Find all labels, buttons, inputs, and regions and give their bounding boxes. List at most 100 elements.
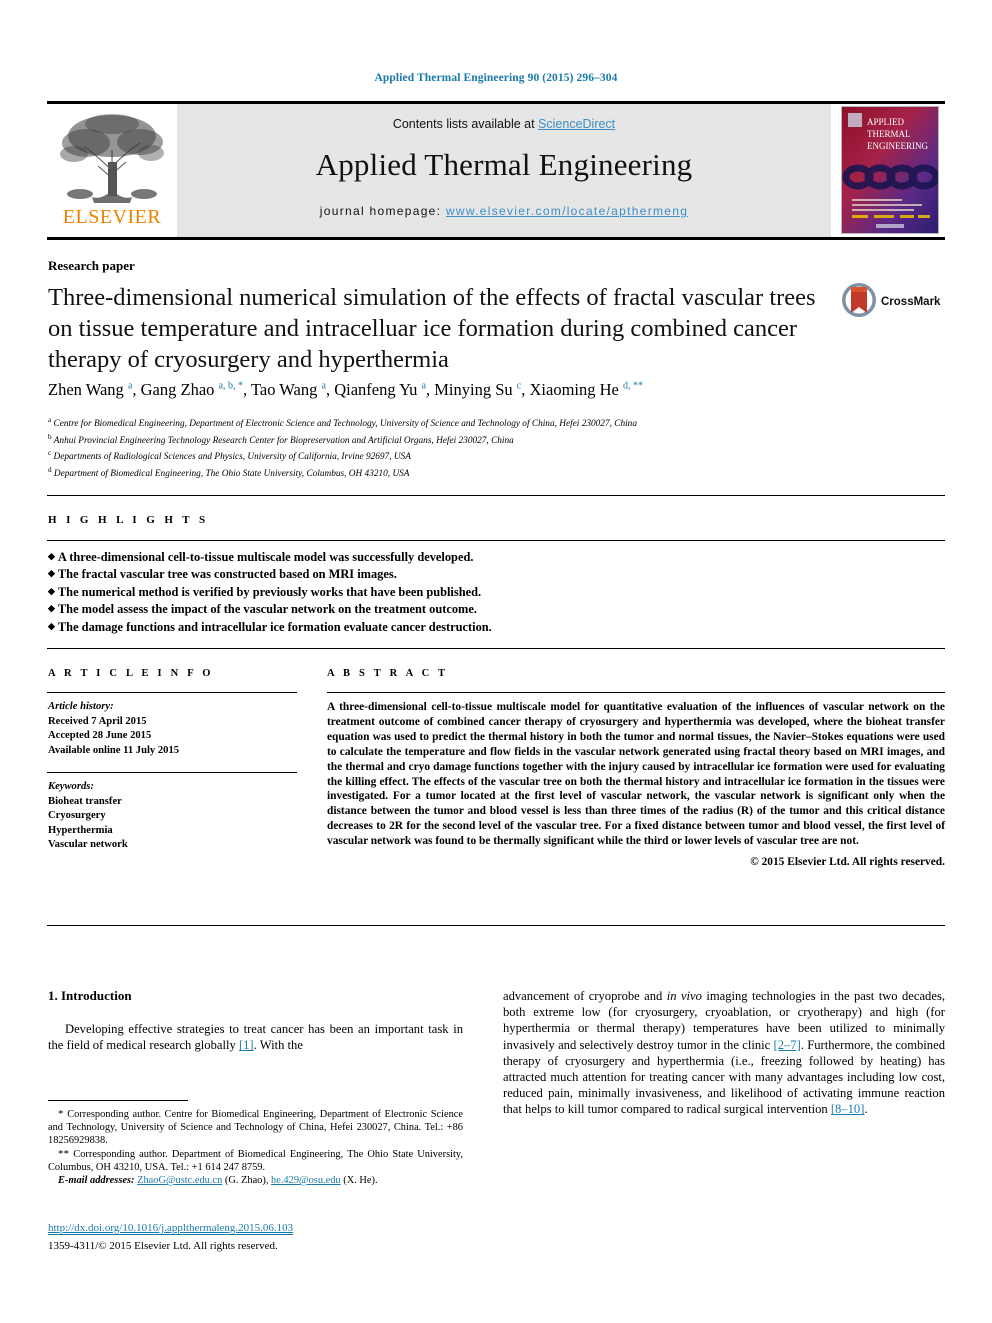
journal-masthead: ELSEVIER Contents lists available at Sci… xyxy=(47,101,945,237)
abstract-rule xyxy=(327,692,945,693)
author-name[interactable]: Minying Su xyxy=(434,380,517,399)
affiliation-list: a Centre for Biomedical Engineering, Dep… xyxy=(48,414,898,481)
history-item: Accepted 28 June 2015 xyxy=(48,730,152,742)
contents-line: Contents lists available at ScienceDirec… xyxy=(177,104,831,131)
affiliation-item: d Department of Biomedical Engineering, … xyxy=(48,466,410,480)
history-item: Available online 11 July 2015 xyxy=(48,744,180,756)
author-name[interactable]: Zhen Wang xyxy=(48,380,128,399)
keywords-rule xyxy=(47,772,297,773)
author-name[interactable]: Qianfeng Yu xyxy=(334,380,421,399)
highlights-top-rule xyxy=(47,495,945,496)
email-link[interactable]: ZhaoG@ustc.edu.cn xyxy=(137,1175,222,1186)
affiliation-mark: b xyxy=(48,432,52,441)
page-title: Three-dimensional numerical simulation o… xyxy=(48,284,816,373)
email-link[interactable]: he.429@osu.edu xyxy=(271,1175,341,1186)
doi-link[interactable]: http://dx.doi.org/10.1016/j.applthermale… xyxy=(48,1222,294,1235)
intro-paragraph-right: advancement of cryoprobe and in vivo ima… xyxy=(503,989,945,1117)
abstract-body: A three-dimensional cell-to-tissue multi… xyxy=(327,700,945,870)
affiliation-item: a Centre for Biomedical Engineering, Dep… xyxy=(48,416,637,430)
elsevier-tree-icon xyxy=(60,114,164,203)
highlight-item: ◆ The damage functions and intracellular … xyxy=(48,619,492,634)
article-info-rule xyxy=(47,692,297,693)
keyword-item[interactable]: Bioheat transfer xyxy=(48,795,298,810)
footnote-block: * Corresponding author. Centre for Biome… xyxy=(48,1108,463,1187)
highlight-item: ◆ A three-dimensional cell-to-tissue mult… xyxy=(48,550,474,564)
cover-line-1: APPLIED xyxy=(867,117,905,127)
author-affiliation-mark: a xyxy=(421,380,427,392)
cover-line-2: THERMAL xyxy=(867,129,911,139)
author-name[interactable]: Tao Wang xyxy=(251,380,322,399)
affiliation-item: b Anhui Provincial Engineering Technolog… xyxy=(48,432,514,446)
journal-homepage-line: journal homepage: www.elsevier.com/locat… xyxy=(177,204,831,218)
intro-paragraph-left: Developing effective strategies to treat… xyxy=(48,1022,463,1053)
sciencedirect-link[interactable]: ScienceDirect xyxy=(538,117,615,131)
footnote-marker: * xyxy=(58,1108,68,1120)
journal-cover-image: APPLIED THERMAL ENGINEERING xyxy=(841,106,939,234)
author-affiliation-mark: d, ** xyxy=(622,380,643,392)
homepage-label: journal homepage: xyxy=(319,204,446,218)
crossmark-icon[interactable]: CrossMark xyxy=(838,278,946,322)
highlight-item: ◆ The numerical method is verified by pre… xyxy=(48,584,482,599)
elsevier-wordmark: ELSEVIER xyxy=(62,206,162,228)
journal-title: Applied Thermal Engineering xyxy=(315,147,693,182)
citation-link[interactable]: [2–7] xyxy=(774,1038,801,1052)
journal-cover: APPLIED THERMAL ENGINEERING xyxy=(831,104,945,237)
footnote-marker: ** xyxy=(58,1147,74,1160)
author-affiliation-mark: a xyxy=(127,380,133,392)
bullet-icon: ◆ xyxy=(48,551,55,561)
bullet-icon: ◆ xyxy=(48,620,55,631)
issn-copyright-line: 1359-4311/© 2015 Elsevier Ltd. All right… xyxy=(48,1240,278,1252)
author-name[interactable]: Xiaoming He xyxy=(530,380,623,399)
paper-page: Applied Thermal Engineering 90 (2015) 29… xyxy=(0,0,992,1323)
article-history: Article history: Received 7 April 2015 Acc… xyxy=(48,700,298,758)
bullet-icon: ◆ xyxy=(48,568,55,579)
article-info-heading: A R T I C L E I N F O xyxy=(48,668,214,679)
affiliation-mark: c xyxy=(48,449,52,458)
citation-link[interactable]: [1] xyxy=(239,1038,254,1052)
body-column-left: 1. Introduction Developing effective str… xyxy=(48,988,463,1053)
author-affiliation-mark: a xyxy=(321,380,326,392)
abstract-heading: A B S T R A C T xyxy=(327,668,449,679)
author-list: Zhen Wang a, Gang Zhao a, b, *, Tao Wang… xyxy=(48,380,643,399)
highlights-bottom-rule xyxy=(47,648,945,649)
cover-line-3: ENGINEERING xyxy=(867,141,928,151)
elsevier-logo: ELSEVIER xyxy=(47,104,177,237)
body-column-right: advancement of cryoprobe and in vivo ima… xyxy=(503,988,945,1118)
contents-prefix: Contents lists available at xyxy=(392,117,539,131)
author-affiliation-mark: c xyxy=(516,380,522,392)
highlight-item: ◆ The model assess the impact of the vasc… xyxy=(48,602,477,617)
author-name[interactable]: Gang Zhao xyxy=(141,380,219,399)
running-head: Applied Thermal Engineering 90 (2015) 29… xyxy=(374,72,618,84)
abstract-copyright: © 2015 Elsevier Ltd. All rights reserved… xyxy=(750,856,945,869)
footnote-rule xyxy=(48,1100,188,1101)
section-heading-introduction: 1. Introduction xyxy=(48,988,132,1003)
highlights-heading: H I G H L I G H T S xyxy=(48,514,209,526)
crossmark-badge[interactable]: CrossMark xyxy=(838,278,946,322)
keyword-item[interactable]: Cryosurgery xyxy=(48,809,298,824)
masthead-bottom-rule xyxy=(47,237,945,240)
affiliation-item: c Departments of Radiological Sciences a… xyxy=(48,449,411,463)
keywords-label: Keywords: xyxy=(48,781,94,792)
masthead-center: Contents lists available at ScienceDirec… xyxy=(177,104,831,237)
abstract-text: A three-dimensional cell-to-tissue multi… xyxy=(327,701,945,848)
email-note: E-mail addresses: ZhaoG@ustc.edu.cn (G. … xyxy=(58,1175,378,1187)
article-type: Research paper xyxy=(48,258,135,273)
abstract-bottom-rule xyxy=(47,925,945,926)
highlight-item: ◆ The fractal vascular tree was construct… xyxy=(48,567,397,582)
affiliation-mark: d xyxy=(48,466,52,475)
history-label: Article history: xyxy=(48,701,114,712)
keyword-item[interactable]: Hyperthermia xyxy=(48,824,298,839)
highlights-mid-rule xyxy=(47,540,945,541)
affiliation-mark: a xyxy=(48,416,52,424)
keyword-item[interactable]: Vascular network xyxy=(48,838,298,853)
author-affiliation-mark: a, b, * xyxy=(218,380,243,392)
highlights-list: ◆ A three-dimensional cell-to-tissue mult… xyxy=(48,548,748,635)
email-label: E-mail addresses: xyxy=(58,1175,138,1187)
corresponding-author-note: ** Corresponding author. Department of B… xyxy=(48,1147,464,1173)
bullet-icon: ◆ xyxy=(48,585,55,596)
homepage-link[interactable]: www.elsevier.com/locate/apthermeng xyxy=(446,204,688,218)
keywords-block: Keywords: Bioheat transfer Cryosurgery Hype… xyxy=(48,780,298,853)
corresponding-author-note: * Corresponding author. Centre for Biome… xyxy=(48,1108,464,1147)
crossmark-label: CrossMark xyxy=(881,296,941,308)
citation-link[interactable]: [8–10] xyxy=(831,1102,865,1116)
